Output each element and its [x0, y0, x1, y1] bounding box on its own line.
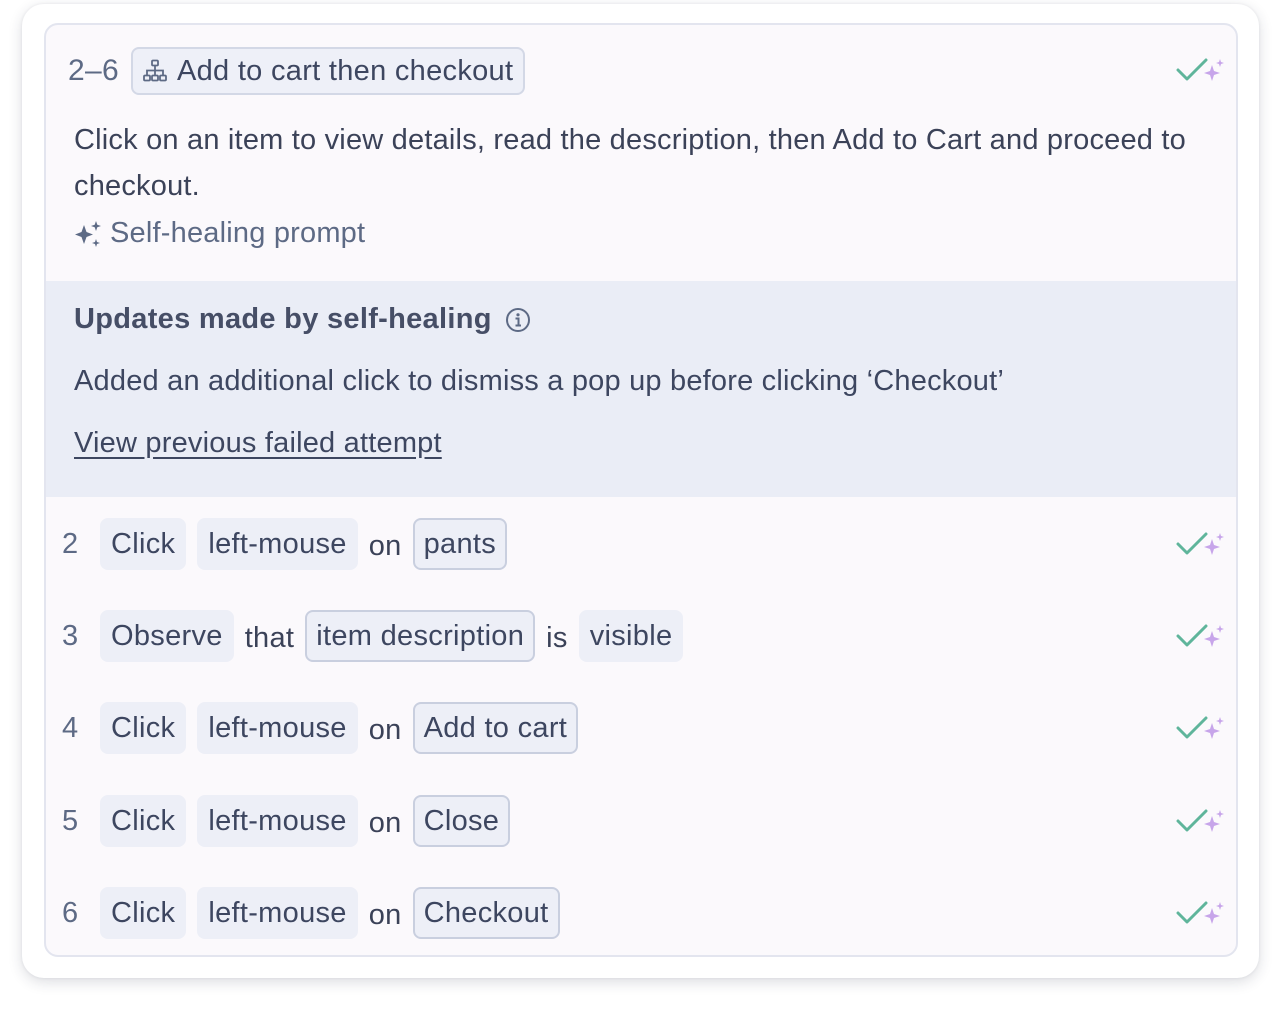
modifier-token[interactable]: left-mouse: [197, 518, 358, 570]
state-token[interactable]: visible: [578, 610, 684, 662]
step-group-card: 2–6 Add to cart then checkout Click on a…: [44, 23, 1238, 957]
connector-text: is: [546, 621, 568, 654]
self-healing-updates-panel: Updates made by self-healing Added an ad…: [46, 281, 1236, 497]
updates-title: Updates made by self-healing: [74, 303, 532, 336]
step-row: 2 Click left-mouse on pants: [62, 518, 518, 570]
action-token[interactable]: Click: [100, 795, 187, 847]
target-token[interactable]: item description: [305, 610, 536, 662]
action-token[interactable]: Click: [100, 887, 187, 939]
action-token[interactable]: Click: [100, 518, 187, 570]
action-token[interactable]: Observe: [100, 610, 234, 662]
check-sparkle-icon: [1176, 622, 1224, 652]
check-sparkle-icon: [1176, 714, 1224, 744]
target-token[interactable]: Close: [412, 795, 511, 847]
check-sparkle-icon: [1176, 530, 1224, 560]
step-number: 5: [62, 804, 79, 837]
self-healing-prompt-label: Self-healing prompt: [110, 217, 366, 249]
step-number: 2: [62, 527, 79, 560]
target-token[interactable]: Checkout: [412, 887, 560, 939]
group-description: Click on an item to view details, read t…: [74, 124, 1186, 202]
info-icon[interactable]: [504, 306, 532, 334]
target-token[interactable]: Add to cart: [412, 702, 579, 754]
step-row: 3 Observe that item description is visib…: [62, 610, 694, 662]
group-header: 2–6 Add to cart then checkout: [68, 45, 526, 97]
connector-text: on: [368, 806, 402, 839]
action-token[interactable]: Click: [100, 702, 187, 754]
step-number: 6: [62, 896, 79, 929]
connector-text: on: [368, 713, 402, 746]
step-number: 4: [62, 711, 79, 744]
target-token[interactable]: pants: [412, 518, 508, 570]
step-row: 5 Click left-mouse on Close: [62, 795, 521, 847]
modifier-token[interactable]: left-mouse: [197, 702, 358, 754]
connector-text: that: [244, 621, 295, 654]
sparkle-icon: [72, 218, 104, 250]
step-number: 3: [62, 619, 79, 652]
check-sparkle-icon: [1176, 807, 1224, 837]
step-row: 4 Click left-mouse on Add to cart: [62, 702, 589, 754]
step-range: 2–6: [68, 54, 119, 87]
check-sparkle-icon: [1176, 56, 1224, 86]
view-previous-attempt-link[interactable]: View previous failed attempt: [74, 427, 442, 460]
connector-text: on: [368, 529, 402, 562]
step-row: 6 Click left-mouse on Checkout: [62, 887, 571, 939]
self-healing-prompt-link[interactable]: Self-healing prompt: [72, 217, 365, 250]
updates-title-text: Updates made by self-healing: [74, 303, 492, 335]
check-sparkle-icon: [1176, 899, 1224, 929]
sitemap-icon: [141, 57, 169, 85]
group-title-chip[interactable]: Add to cart then checkout: [130, 47, 526, 95]
modifier-token[interactable]: left-mouse: [197, 887, 358, 939]
updates-text: Added an additional click to dismiss a p…: [74, 365, 1005, 397]
connector-text: on: [368, 898, 402, 931]
modifier-token[interactable]: left-mouse: [197, 795, 358, 847]
group-title: Add to cart then checkout: [176, 54, 514, 87]
